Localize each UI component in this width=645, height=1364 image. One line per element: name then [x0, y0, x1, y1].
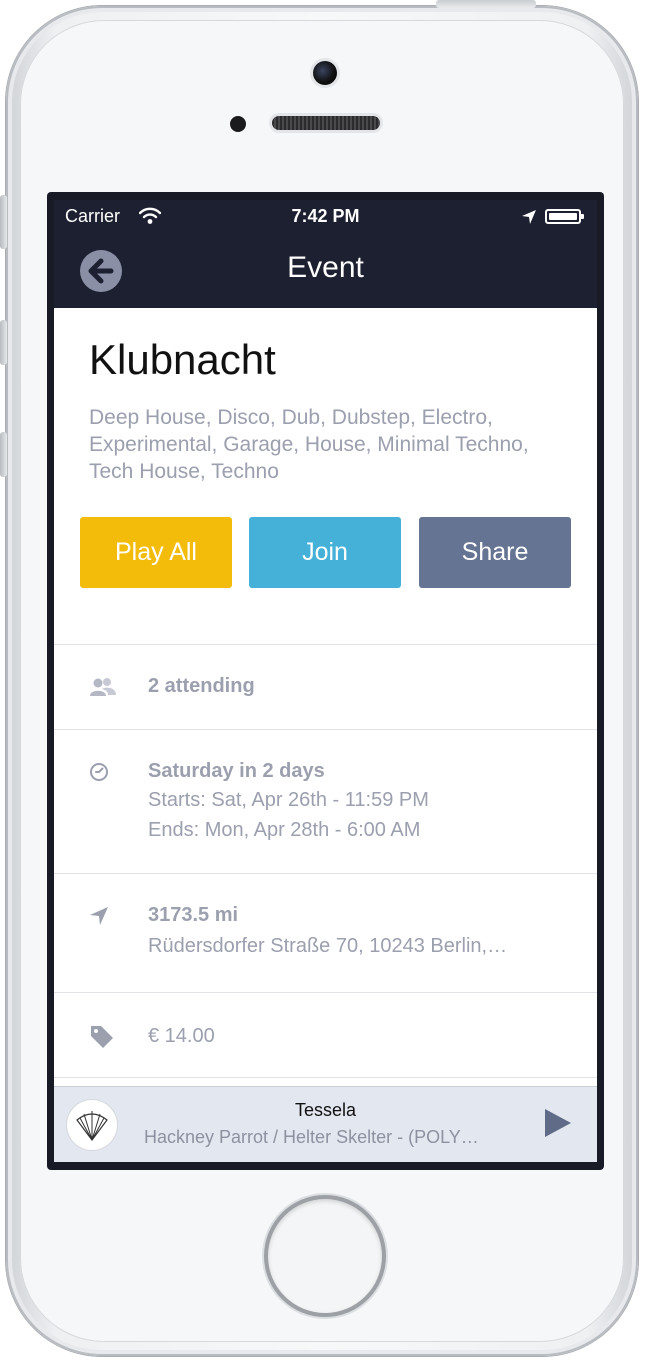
screen: Carrier 7:42 PM Event Klubnacht Deep Hou — [47, 192, 604, 1170]
people-icon — [90, 678, 116, 696]
event-when: Saturday in 2 days — [148, 760, 325, 782]
play-icon[interactable] — [543, 1107, 573, 1139]
event-starts: Starts: Sat, Apr 26th - 11:59 PM — [148, 789, 429, 811]
share-button[interactable]: Share — [419, 517, 571, 588]
event-genres: Deep House, Disco, Dub, Dubstep, Electro… — [89, 406, 529, 483]
divider — [54, 644, 597, 645]
volume-down-button — [0, 432, 7, 477]
event-ends: Ends: Mon, Apr 28th - 6:00 AM — [148, 819, 421, 841]
divider — [54, 1077, 597, 1078]
location-arrow-icon — [90, 907, 108, 925]
play-all-button[interactable]: Play All — [80, 517, 232, 588]
clock-icon — [90, 763, 108, 781]
player-artist: Tessela — [294, 1100, 357, 1120]
player-track: Hackney Parrot / Helter Skelter - (POLY… — [144, 1127, 479, 1147]
nav-bar: Event — [54, 234, 597, 308]
clock: 7:42 PM — [291, 206, 360, 226]
proximity-sensor — [230, 116, 246, 132]
divider — [54, 992, 597, 993]
event-address[interactable]: Rüdersdorfer Straße 70, 10243 Berlin,… — [148, 935, 507, 958]
mute-switch — [0, 195, 7, 249]
event-distance[interactable]: 3173.5 mi — [148, 904, 238, 927]
power-button — [436, 0, 536, 8]
battery-icon — [545, 209, 584, 224]
app-display: Carrier 7:42 PM Event Klubnacht Deep Hou — [54, 200, 597, 1162]
event-content: Klubnacht Deep House, Disco, Dub, Dubste… — [54, 308, 597, 1086]
status-bar: Carrier 7:42 PM — [54, 200, 597, 234]
divider — [54, 729, 597, 730]
join-button[interactable]: Join — [249, 517, 401, 588]
mini-player[interactable]: Tessela Hackney Parrot / Helter Skelter … — [54, 1086, 597, 1162]
volume-up-button — [0, 320, 7, 365]
page-title: Event — [287, 251, 364, 284]
earpiece-speaker — [272, 116, 380, 130]
tag-icon — [91, 1026, 113, 1048]
attending-count[interactable]: 2 attending — [148, 675, 255, 698]
event-title: Klubnacht — [89, 336, 276, 383]
home-button — [268, 1199, 382, 1313]
event-price: € 14.00 — [148, 1025, 215, 1047]
location-services-icon — [522, 210, 536, 224]
front-camera — [313, 61, 337, 85]
divider — [54, 873, 597, 874]
